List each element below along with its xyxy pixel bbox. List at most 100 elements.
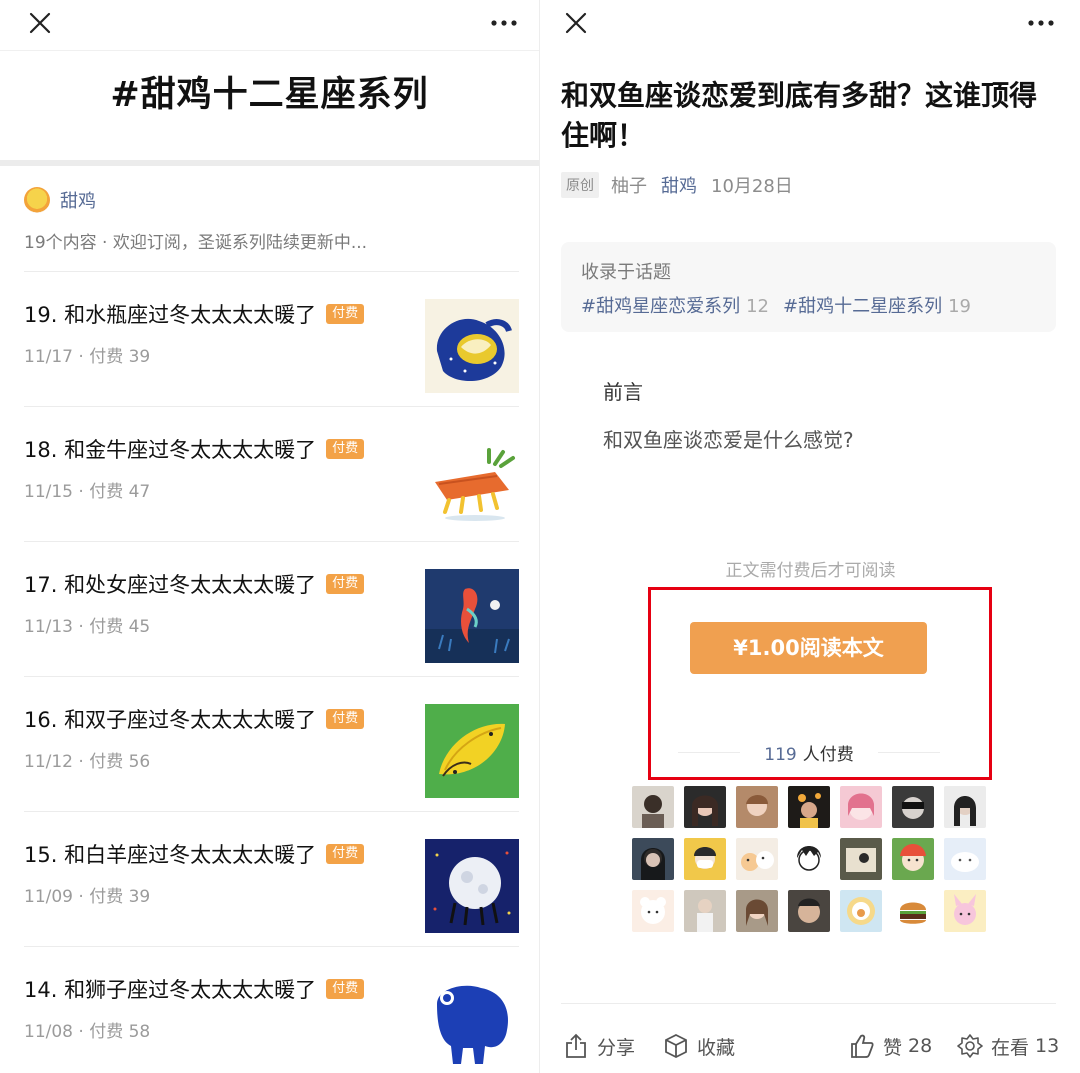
topic-link[interactable]: #甜鸡星座恋爱系列 bbox=[581, 296, 740, 317]
author-name[interactable]: 甜鸡 bbox=[60, 187, 96, 213]
like-button[interactable]: 赞 28 bbox=[849, 1028, 932, 1064]
top-bar bbox=[541, 0, 1080, 48]
topic-box: 收录于话题 #甜鸡星座恋爱系列 12 #甜鸡十二星座系列 19 bbox=[561, 242, 1056, 332]
watching-label: 在看 bbox=[991, 1036, 1030, 1059]
payer-avatar[interactable] bbox=[736, 838, 778, 880]
like-label: 赞 bbox=[883, 1036, 903, 1059]
thumbnail-leo bbox=[425, 974, 519, 1068]
payer-avatar[interactable] bbox=[736, 786, 778, 828]
payer-avatar[interactable] bbox=[684, 786, 726, 828]
item-title: 18. 和金牛座过冬太太太太暖了 bbox=[24, 438, 317, 462]
page-title: #甜鸡十二星座系列 bbox=[110, 75, 429, 115]
payer-avatar[interactable] bbox=[944, 890, 986, 932]
item-title: 16. 和双子座过冬太太太太暖了 bbox=[24, 708, 317, 732]
item-meta: 11/12 · 付费 56 bbox=[24, 752, 151, 772]
paid-badge: 付费 bbox=[326, 439, 365, 459]
payer-avatar[interactable] bbox=[944, 786, 986, 828]
payer-avatar[interactable] bbox=[684, 838, 726, 880]
author-row[interactable]: 甜鸡 bbox=[24, 186, 96, 214]
payer-avatar[interactable] bbox=[788, 838, 830, 880]
payer-avatar[interactable] bbox=[944, 838, 986, 880]
payer-avatar[interactable] bbox=[632, 838, 674, 880]
thumbnail-aries bbox=[425, 839, 519, 933]
thumbnail-gemini bbox=[425, 704, 519, 798]
thumbnail-aquarius bbox=[425, 299, 519, 393]
payer-avatar[interactable] bbox=[632, 890, 674, 932]
item-meta: 11/17 · 付费 39 bbox=[24, 347, 151, 367]
payer-avatars bbox=[632, 786, 986, 932]
paid-badge: 付费 bbox=[326, 574, 365, 594]
payer-avatar[interactable] bbox=[840, 890, 882, 932]
topic-count: 12 bbox=[746, 296, 769, 317]
thumbnail-taurus bbox=[425, 434, 519, 528]
payer-avatar[interactable] bbox=[892, 890, 934, 932]
payer-avatar[interactable] bbox=[892, 786, 934, 828]
article-title: 和双鱼座谈恋爱到底有多甜？这谁顶得住啊！ bbox=[561, 79, 1038, 152]
account-name[interactable]: 甜鸡 bbox=[661, 172, 697, 198]
item-title: 19. 和水瓶座过冬太太太太暖了 bbox=[24, 303, 317, 327]
item-title: 15. 和白羊座过冬太太太太暖了 bbox=[24, 843, 317, 867]
flower-icon bbox=[957, 1034, 983, 1058]
share-button[interactable]: 分享 bbox=[563, 1028, 635, 1064]
article-meta: 原创 柚子 甜鸡 10月28日 bbox=[561, 172, 793, 198]
item-meta: 11/15 · 付费 47 bbox=[24, 482, 151, 502]
paid-badge: 付费 bbox=[326, 844, 365, 864]
author-avatar bbox=[24, 187, 50, 213]
list-item[interactable]: 15. 和白羊座过冬太太太太暖了 付费 11/09 · 付费 39 bbox=[24, 811, 519, 946]
topic-collection-panel: #甜鸡十二星座系列 甜鸡 19个内容 · 欢迎订阅，圣诞系列陆续更新中... 1… bbox=[0, 0, 540, 1073]
topic-label: 收录于话题 bbox=[581, 262, 671, 283]
item-meta: 11/09 · 付费 39 bbox=[24, 887, 151, 907]
favorite-button[interactable]: 收藏 bbox=[663, 1028, 735, 1064]
list-item[interactable]: 19. 和水瓶座过冬太太太太暖了 付费 11/17 · 付费 39 bbox=[24, 271, 519, 406]
item-title: 14. 和狮子座过冬太太太太暖了 bbox=[24, 978, 317, 1002]
article-list: 19. 和水瓶座过冬太太太太暖了 付费 11/17 · 付费 39 18. 和金牛… bbox=[24, 271, 519, 1073]
topic-link[interactable]: #甜鸡十二星座系列 bbox=[783, 296, 942, 317]
list-item[interactable]: 18. 和金牛座过冬太太太太暖了 付费 11/15 · 付费 47 bbox=[24, 406, 519, 541]
more-icon[interactable] bbox=[1025, 12, 1057, 34]
payer-avatar[interactable] bbox=[840, 838, 882, 880]
payer-avatar[interactable] bbox=[788, 890, 830, 932]
payer-avatar[interactable] bbox=[892, 838, 934, 880]
more-icon[interactable] bbox=[488, 12, 520, 34]
item-meta: 11/08 · 付费 58 bbox=[24, 1022, 151, 1042]
payer-avatar[interactable] bbox=[632, 786, 674, 828]
topic-count: 19 bbox=[948, 296, 971, 317]
like-count: 28 bbox=[908, 1035, 933, 1057]
share-label: 分享 bbox=[597, 1036, 636, 1059]
payers-summary: 119 人付费 bbox=[678, 740, 940, 766]
paid-badge: 付费 bbox=[326, 709, 365, 729]
paid-badge: 付费 bbox=[326, 304, 365, 324]
thumbnail-virgo bbox=[425, 569, 519, 663]
divider bbox=[561, 1003, 1056, 1004]
paid-badge: 付费 bbox=[326, 979, 365, 999]
watching-button[interactable]: 在看 13 bbox=[957, 1028, 1059, 1064]
item-title: 17. 和处女座过冬太太太太暖了 bbox=[24, 573, 317, 597]
list-item[interactable]: 16. 和双子座过冬太太太太暖了 付费 11/12 · 付费 56 bbox=[24, 676, 519, 811]
preface-text: 和双鱼座谈恋爱是什么感觉? bbox=[603, 428, 854, 452]
payers-count: 119 bbox=[764, 745, 797, 765]
payer-avatar[interactable] bbox=[736, 890, 778, 932]
payer-avatar[interactable] bbox=[684, 890, 726, 932]
list-item[interactable]: 14. 和狮子座过冬太太太太暖了 付费 11/08 · 付费 58 bbox=[24, 946, 519, 1073]
share-icon bbox=[566, 1033, 586, 1058]
list-item[interactable]: 17. 和处女座过冬太太太太暖了 付费 11/13 · 付费 45 bbox=[24, 541, 519, 676]
payers-label: 人付费 bbox=[802, 745, 854, 765]
pay-to-read-button[interactable]: ¥1.00阅读本文 bbox=[690, 622, 927, 674]
payer-avatar[interactable] bbox=[840, 786, 882, 828]
close-icon[interactable] bbox=[563, 10, 589, 36]
preface-heading: 前言 bbox=[603, 380, 643, 404]
collection-meta: 19个内容 · 欢迎订阅，圣诞系列陆续更新中... bbox=[24, 233, 368, 253]
item-meta: 11/13 · 付费 45 bbox=[24, 617, 151, 637]
article-panel: 和双鱼座谈恋爱到底有多甜？这谁顶得住啊！ 原创 柚子 甜鸡 10月28日 收录于… bbox=[541, 0, 1080, 1073]
topic-links: #甜鸡星座恋爱系列 12 #甜鸡十二星座系列 19 bbox=[581, 292, 985, 318]
watching-count: 13 bbox=[1035, 1035, 1060, 1057]
top-bar bbox=[0, 0, 539, 48]
payer-avatar[interactable] bbox=[788, 786, 830, 828]
close-icon[interactable] bbox=[27, 10, 53, 36]
favorite-label: 收藏 bbox=[697, 1036, 736, 1059]
publish-date: 10月28日 bbox=[711, 176, 793, 197]
paywall-note: 正文需付费后才可阅读 bbox=[725, 561, 896, 581]
article-author: 柚子 bbox=[611, 176, 647, 197]
action-bar: 分享 收藏 赞 28 在看 13 bbox=[561, 1028, 1060, 1064]
box-icon bbox=[665, 1033, 687, 1059]
